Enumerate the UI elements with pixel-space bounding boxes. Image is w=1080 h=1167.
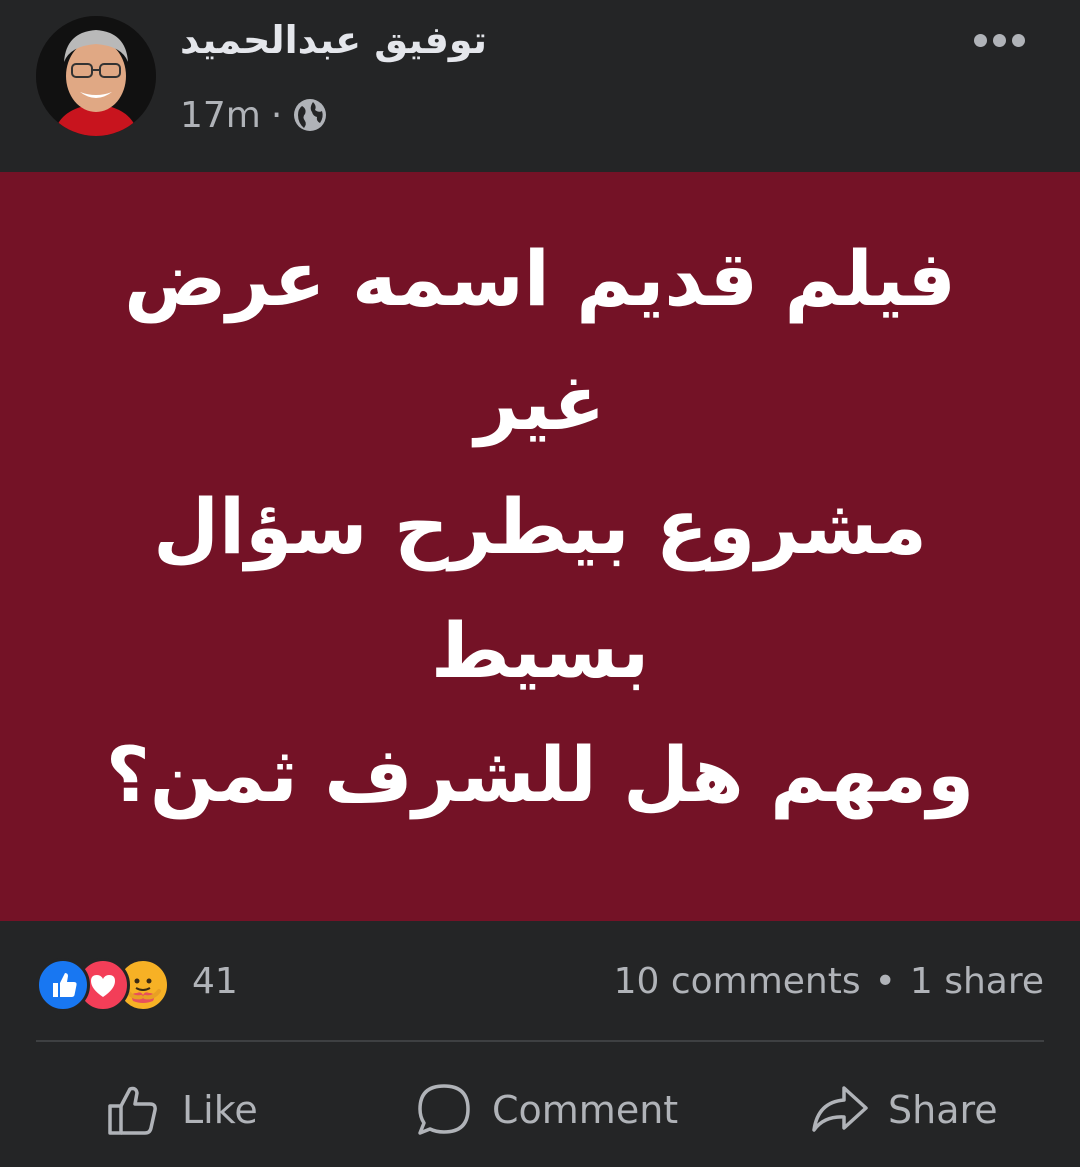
author-avatar[interactable] <box>36 16 156 136</box>
more-options-button[interactable] <box>966 22 1032 58</box>
post-timestamp[interactable]: 17m <box>180 95 261 136</box>
author-name[interactable]: توفيق عبدالحميد <box>180 18 487 62</box>
more-horizontal-icon <box>973 33 987 47</box>
comments-count[interactable]: 10 comments <box>614 958 861 1006</box>
post-header: توفيق عبدالحميد 17m · <box>0 0 1080 172</box>
thumbs-up-icon <box>108 1086 157 1135</box>
reaction-count[interactable]: 41 <box>192 958 238 1006</box>
divider <box>36 1040 1044 1042</box>
engagement-stats: 10 comments • 1 share <box>614 958 1044 1006</box>
like-reaction-icon <box>36 958 90 1012</box>
globe-icon[interactable] <box>292 97 328 133</box>
comment-bubble-icon <box>418 1084 470 1135</box>
facebook-post: توفيق عبدالحميد 17m · فيلم قديم اسمه عرض… <box>0 0 1080 1167</box>
like-button[interactable]: Like <box>104 1078 258 1142</box>
post-text-line: فيلم قديم اسمه عرض غير <box>124 233 956 447</box>
share-button[interactable]: Share <box>810 1078 998 1142</box>
like-label: Like <box>182 1088 258 1132</box>
post-content[interactable]: فيلم قديم اسمه عرض غير مشروع بيطرح سؤال … <box>0 172 1080 921</box>
meta-separator: · <box>270 94 283 136</box>
comment-label: Comment <box>492 1088 679 1132</box>
post-meta: 17m · <box>180 90 328 140</box>
action-bar: Like Comment Share <box>0 1050 1080 1167</box>
share-label: Share <box>888 1088 998 1132</box>
post-text: فيلم قديم اسمه عرض غير مشروع بيطرح سؤال … <box>80 217 1000 837</box>
shares-count[interactable]: 1 share <box>910 958 1044 1006</box>
post-text-line: مشروع بيطرح سؤال بسيط <box>153 481 927 695</box>
comment-button[interactable]: Comment <box>414 1078 678 1142</box>
share-arrow-icon <box>812 1086 868 1132</box>
post-text-line: ومهم هل للشرف ثمن؟ <box>105 729 975 819</box>
engagement-separator: • <box>874 961 896 1002</box>
